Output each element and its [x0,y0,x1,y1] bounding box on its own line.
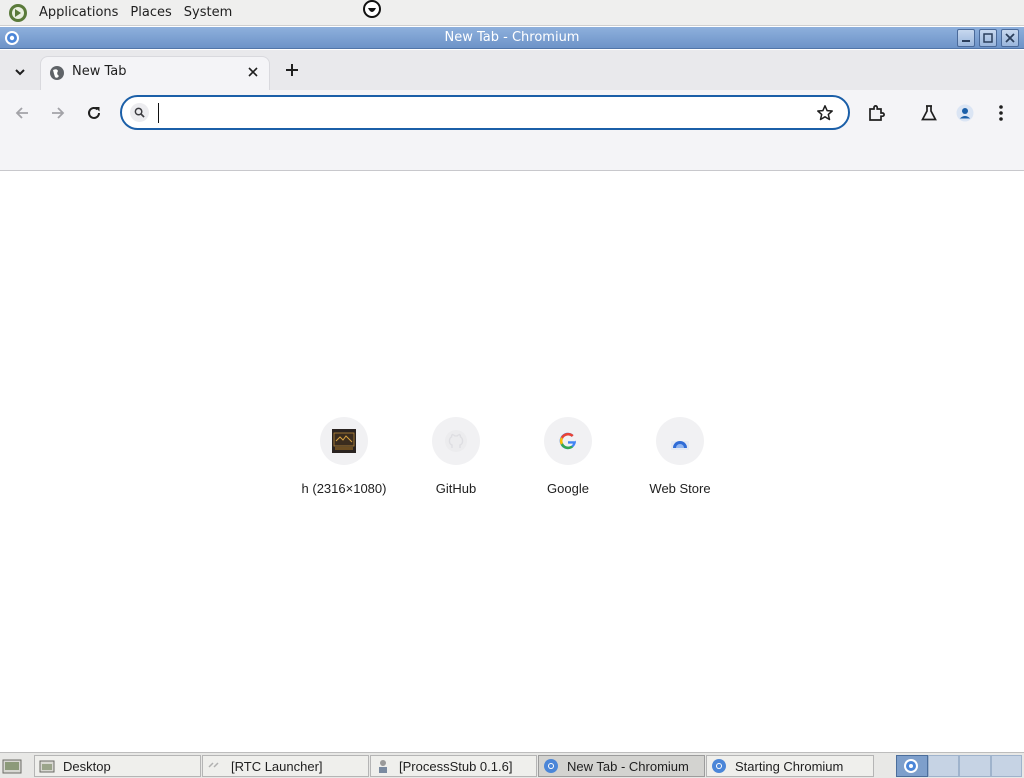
taskbar-item-label: [ProcessStub 0.1.6] [399,758,513,774]
web-store-icon [671,441,689,450]
tab-close-button[interactable] [245,64,261,80]
workspace-switcher[interactable] [896,755,1022,777]
taskbar-item-starting-chromium[interactable]: Starting Chromium [706,755,874,777]
minimize-button[interactable] [957,29,975,47]
shortcut-label: Web Store [649,481,711,496]
shortcut-label: Google [547,481,589,496]
window-title: New Tab - Chromium [444,30,580,45]
omnibox[interactable] [120,95,850,130]
address-input[interactable] [158,102,798,124]
chromium-icon [904,759,918,773]
google-icon [559,432,577,450]
thumbnail-icon [332,429,356,453]
menu-system[interactable]: System [178,0,238,26]
text-caret [158,103,159,123]
tab-new-tab[interactable]: New Tab [40,56,270,90]
shortcut-tile[interactable]: GitHub [400,417,512,507]
taskbar-item-desktop[interactable]: Desktop [34,755,201,777]
launcher-icon [208,762,219,768]
taskbar-item-label: [RTC Launcher] [231,758,323,774]
shortcut-tile[interactable]: Google [512,417,624,507]
show-desktop-icon[interactable] [2,756,22,776]
new-tab-page: h (2316×1080) GitHub Google Web Store [0,171,1024,752]
shortcut-icon-circle [432,417,480,465]
maximize-button[interactable] [979,29,997,47]
new-tab-button[interactable] [280,58,304,82]
plus-icon [286,64,298,76]
labs-button[interactable] [915,99,943,127]
search-icon [130,103,149,122]
reload-button[interactable] [80,99,108,127]
minimize-icon [962,40,970,42]
kebab-menu-icon [999,105,1003,121]
arrow-right-icon [52,107,65,119]
taskbar-item-processstub[interactable]: [ProcessStub 0.1.6] [370,755,537,777]
close-icon [1005,33,1015,43]
tab-search-button[interactable] [6,58,34,86]
arrow-left-icon [15,107,28,119]
workspace-1[interactable] [896,755,928,777]
top-panel: Applications Places System [0,0,1024,26]
close-icon [248,67,258,77]
shortcut-tile[interactable]: Web Store [624,417,736,507]
workspace-4[interactable] [990,755,1022,777]
window-title-bar[interactable]: New Tab - Chromium [0,27,1024,49]
close-window-button[interactable] [1001,29,1019,47]
taskbar-item-label: New Tab - Chromium [567,758,689,774]
shortcut-icon-circle [544,417,592,465]
puzzle-icon [869,105,885,121]
shortcut-label: h (2316×1080) [301,481,387,496]
maximize-icon [983,33,993,43]
taskbar-item-label: Starting Chromium [735,758,844,774]
globe-icon [50,66,64,80]
avatar-icon [956,104,974,122]
profile-button[interactable] [951,99,979,127]
chevron-down-icon [15,69,25,76]
menu-button[interactable] [987,99,1015,127]
shortcut-icon-circle [656,417,704,465]
tab-strip: New Tab [0,50,1024,90]
reload-icon [88,106,100,119]
process-icon [379,760,387,773]
forward-button[interactable] [44,99,72,127]
chromium-icon [544,759,558,773]
workspace-3[interactable] [959,755,991,777]
back-button[interactable] [8,99,36,127]
toolbar [0,90,1024,136]
menu-places[interactable]: Places [124,0,177,26]
tab-title: New Tab [72,64,127,79]
github-icon [445,430,467,452]
flask-icon [921,105,937,121]
shortcut-tile[interactable]: h (2316×1080) [288,417,400,507]
distro-logo-icon[interactable] [8,3,28,23]
extensions-button[interactable] [862,99,890,127]
folder-icon [39,760,55,773]
tray-indicator-icon[interactable] [362,0,382,20]
shortcut-icon-circle [320,417,368,465]
workspace-2[interactable] [927,755,959,777]
chromium-icon [712,759,726,773]
taskbar-item-label: Desktop [63,758,111,774]
taskbar-item-rtc-launcher[interactable]: [RTC Launcher] [202,755,369,777]
bottom-taskbar: Desktop [RTC Launcher] [ProcessStub 0.1.… [0,752,1024,778]
bookmark-bar [0,136,1024,171]
taskbar-item-chromium[interactable]: New Tab - Chromium [538,755,705,777]
menu-applications[interactable]: Applications [33,0,124,26]
bookmark-star-icon[interactable] [816,104,834,122]
shortcut-label: GitHub [435,481,477,496]
